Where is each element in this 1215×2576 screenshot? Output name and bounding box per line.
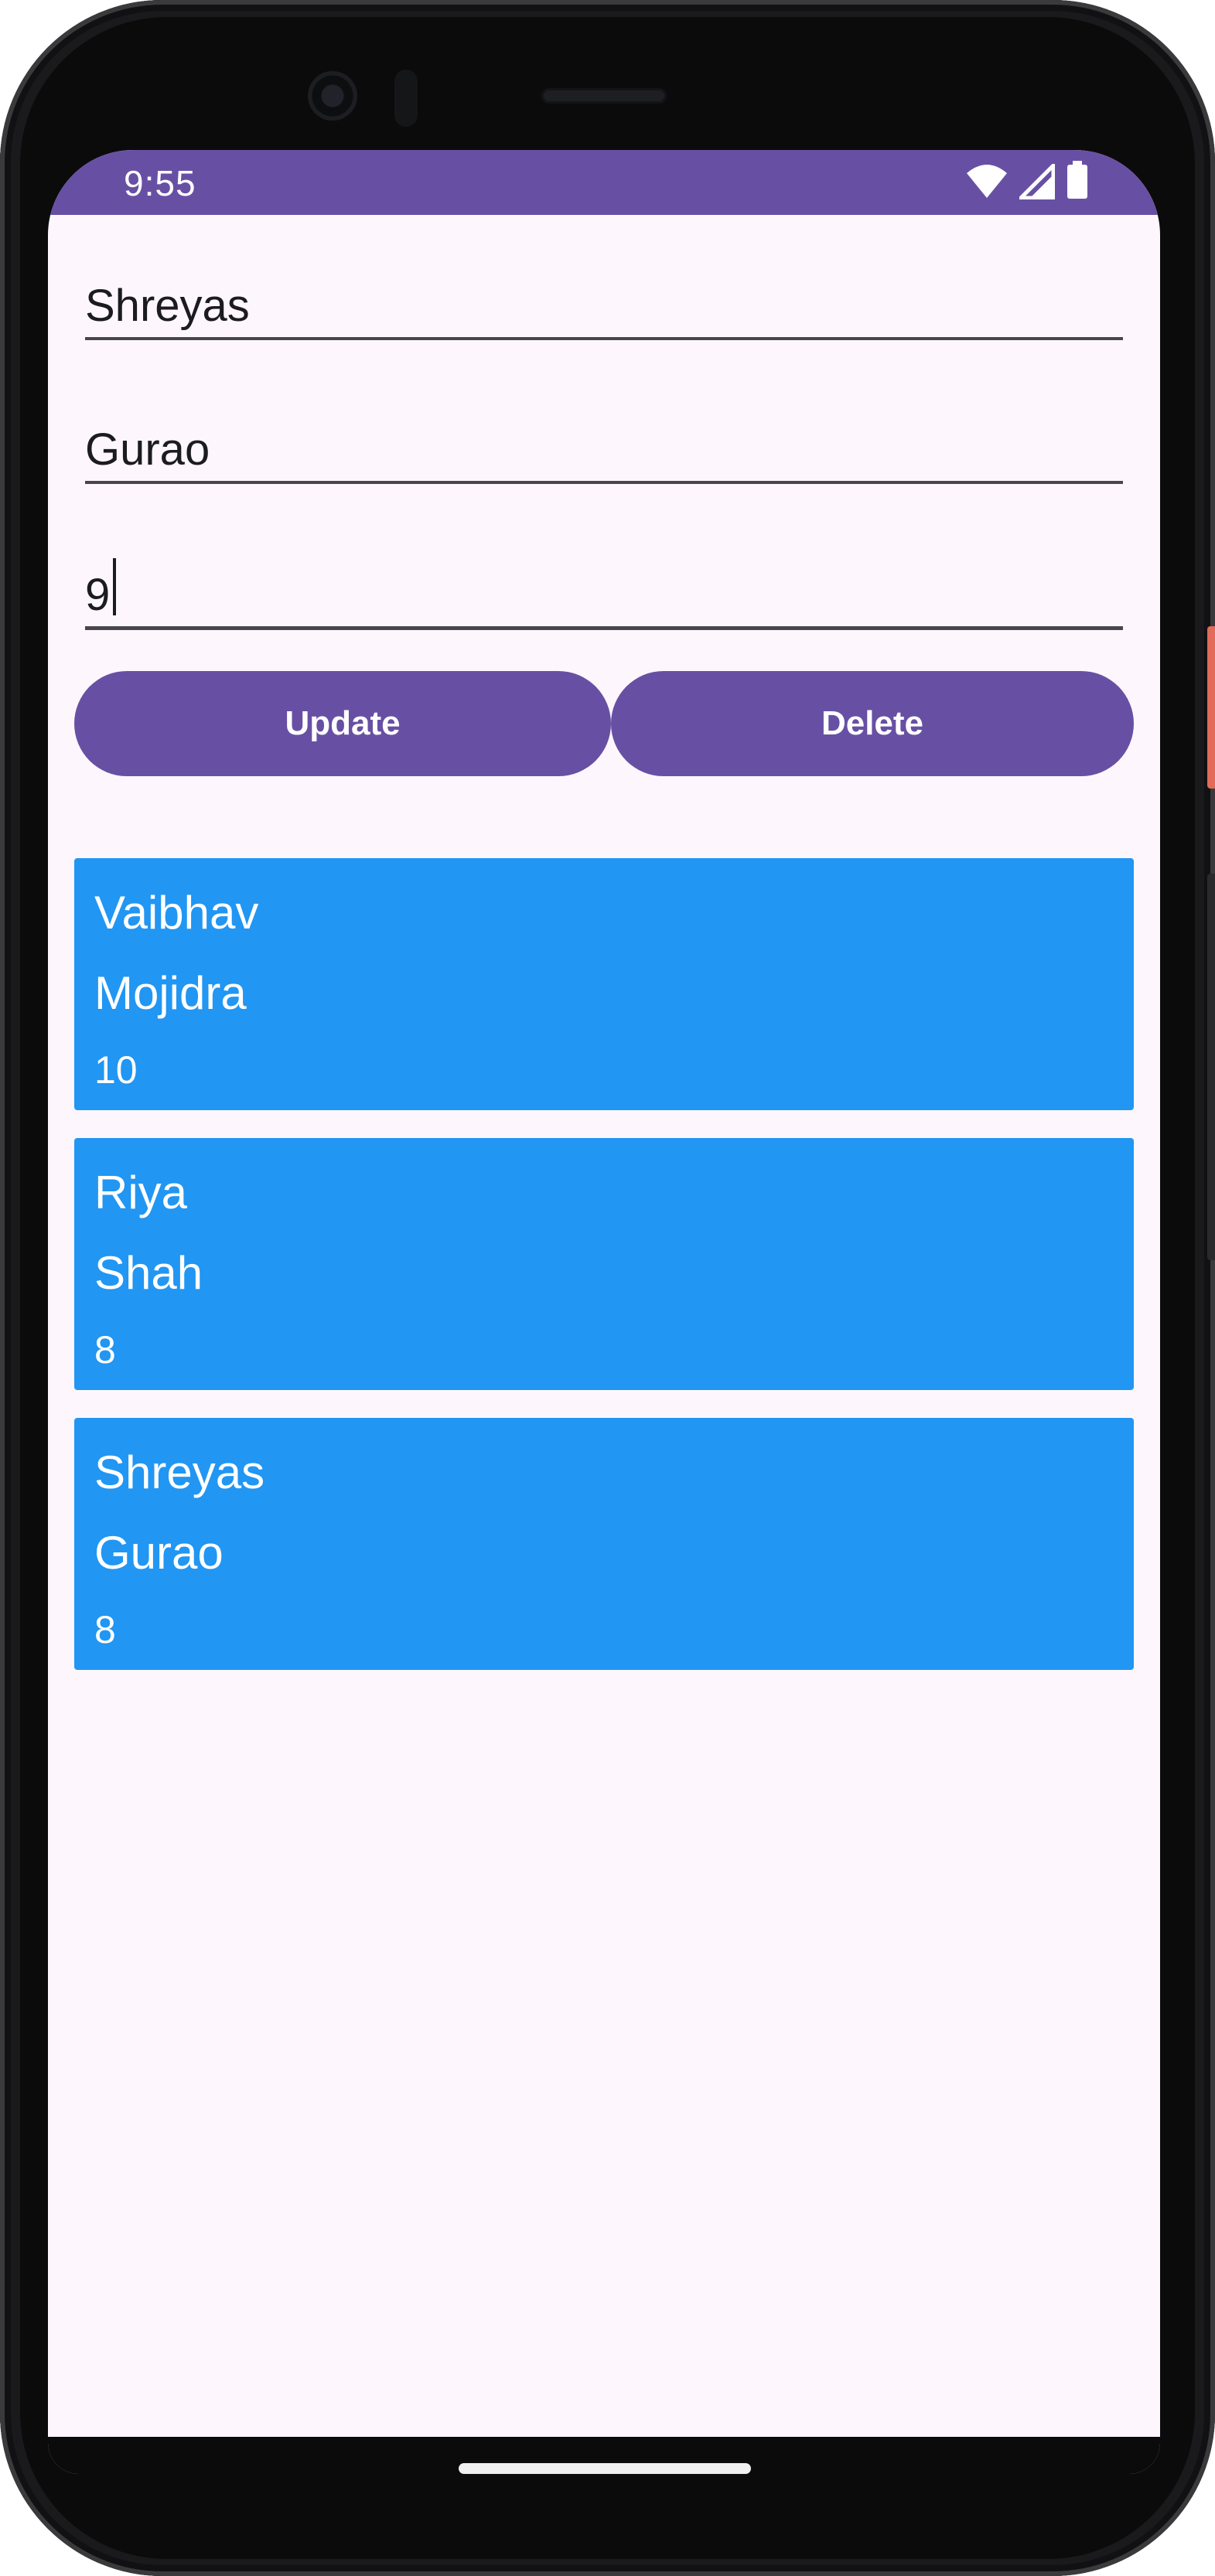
first-name-field[interactable]	[85, 267, 1123, 340]
number-field[interactable]	[85, 557, 1123, 630]
cell-signal-icon	[1019, 164, 1055, 199]
item-first-name: Riya	[94, 1167, 188, 1218]
item-last-name: Mojidra	[94, 967, 247, 1019]
last-name-field[interactable]	[85, 411, 1123, 484]
item-last-name: Gurao	[94, 1527, 224, 1579]
volume-button	[1207, 874, 1215, 1260]
app-screen: 9:55 Upd	[48, 150, 1160, 2474]
status-time: 9:55	[124, 163, 196, 203]
item-number: 10	[94, 1048, 138, 1092]
last-name-input[interactable]	[85, 422, 1123, 476]
item-number: 8	[94, 1328, 116, 1371]
status-bar: 9:55	[48, 150, 1160, 215]
item-last-name: Shah	[94, 1247, 203, 1299]
front-camera-icon	[308, 71, 357, 121]
home-gesture-bar[interactable]	[459, 2463, 751, 2474]
battery-icon	[1067, 161, 1087, 199]
power-button	[1207, 626, 1215, 789]
update-button[interactable]: Update	[74, 671, 611, 776]
item-first-name: Vaibhav	[94, 887, 259, 939]
item-first-name: Shreyas	[94, 1446, 265, 1498]
first-name-input[interactable]	[85, 278, 1123, 332]
item-number: 8	[94, 1608, 116, 1651]
number-input[interactable]	[85, 567, 1123, 622]
text-caret	[113, 558, 116, 615]
status-icons	[965, 161, 1089, 199]
proximity-sensor	[394, 70, 418, 127]
list-item[interactable]: Riya Shah 8	[74, 1138, 1134, 1390]
phone-frame: 9:55 Upd	[0, 0, 1215, 2576]
delete-button[interactable]: Delete	[611, 671, 1134, 776]
list-item[interactable]: Vaibhav Mojidra 10	[74, 858, 1134, 1110]
wifi-icon	[967, 165, 1007, 198]
list-item[interactable]: Shreyas Gurao 8	[74, 1418, 1134, 1670]
earpiece-speaker	[541, 88, 667, 104]
